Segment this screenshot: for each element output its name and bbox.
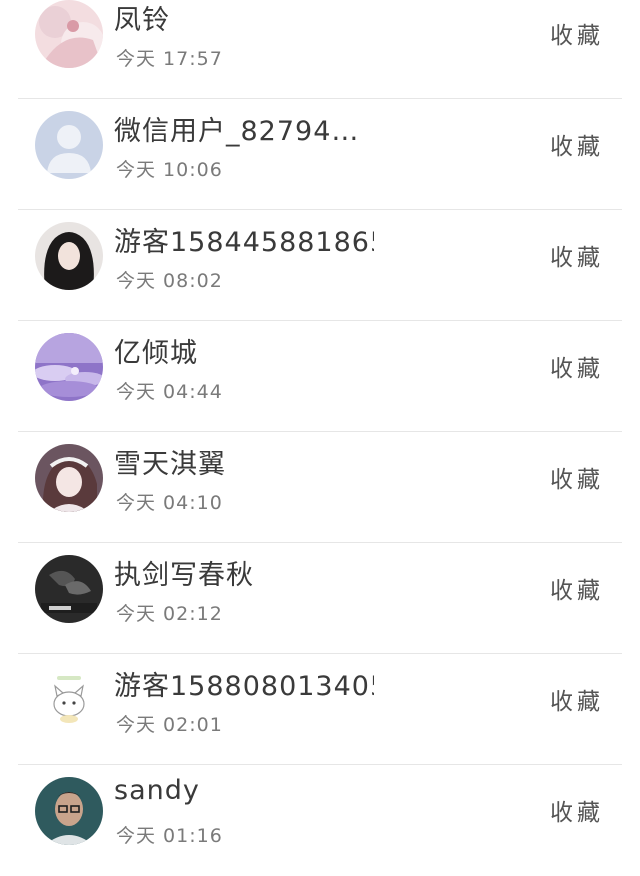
user-name: 凤铃 [114, 5, 170, 36]
user-name: 游客1584458818655 [114, 227, 374, 258]
avatar[interactable] [35, 555, 103, 623]
list-item[interactable]: sandy 今天 01:16 收藏 [0, 765, 640, 876]
avatar[interactable] [35, 111, 103, 179]
avatar-girl-dark-hair-icon [35, 222, 103, 290]
avatar[interactable] [35, 777, 103, 845]
timestamp: 今天 17:57 [116, 48, 223, 70]
favorite-button[interactable]: 收藏 [550, 238, 604, 272]
favorite-button[interactable]: 收藏 [550, 571, 604, 605]
favorite-button[interactable]: 收藏 [550, 460, 604, 494]
timestamp: 今天 04:44 [116, 381, 223, 403]
timestamp: 今天 10:06 [116, 159, 223, 181]
list-item[interactable]: 凤铃 今天 17:57 收藏 [0, 0, 640, 99]
user-name: sandy [114, 775, 200, 806]
avatar-dark-photo-icon [35, 555, 103, 623]
timestamp: 今天 04:10 [116, 492, 223, 514]
favorite-button[interactable]: 收藏 [550, 127, 604, 161]
list-item[interactable]: 雪天淇翼 今天 04:10 收藏 [0, 432, 640, 543]
avatar-anime-girl-pink-icon [35, 0, 103, 68]
timestamp: 今天 01:16 [116, 825, 223, 847]
avatar[interactable] [35, 0, 103, 68]
avatar-default-silhouette-icon [35, 111, 103, 179]
avatar[interactable] [35, 666, 103, 734]
avatar-man-glasses-icon [35, 777, 103, 845]
list-item[interactable]: 执剑写春秋 今天 02:12 收藏 [0, 543, 640, 654]
favorite-button[interactable]: 收藏 [550, 16, 604, 50]
avatar-purple-clouds-icon [35, 333, 103, 401]
avatar[interactable] [35, 333, 103, 401]
user-name: 微信用户_82794… [114, 116, 360, 147]
user-name: 亿倾城 [114, 338, 198, 369]
collection-list: 凤铃 今天 17:57 收藏 微信用户_82794… 今天 10:06 收藏 游… [0, 0, 640, 872]
avatar[interactable] [35, 222, 103, 290]
avatar[interactable] [35, 444, 103, 512]
timestamp: 今天 08:02 [116, 270, 223, 292]
timestamp: 今天 02:12 [116, 603, 223, 625]
favorite-button[interactable]: 收藏 [550, 793, 604, 827]
avatar-girl-headband-icon [35, 444, 103, 512]
user-name: 雪天淇翼 [114, 449, 226, 480]
list-item[interactable]: 亿倾城 今天 04:44 收藏 [0, 321, 640, 432]
list-item[interactable]: 游客1584458818655 今天 08:02 收藏 [0, 210, 640, 321]
user-name: 执剑写春秋 [114, 560, 254, 591]
list-item[interactable]: 微信用户_82794… 今天 10:06 收藏 [0, 99, 640, 210]
list-item[interactable]: 游客1588080134052 今天 02:01 收藏 [0, 654, 640, 765]
user-name: 游客1588080134052 [114, 671, 374, 702]
timestamp: 今天 02:01 [116, 714, 223, 736]
favorite-button[interactable]: 收藏 [550, 349, 604, 383]
favorite-button[interactable]: 收藏 [550, 682, 604, 716]
avatar-cartoon-cat-icon [35, 666, 103, 734]
